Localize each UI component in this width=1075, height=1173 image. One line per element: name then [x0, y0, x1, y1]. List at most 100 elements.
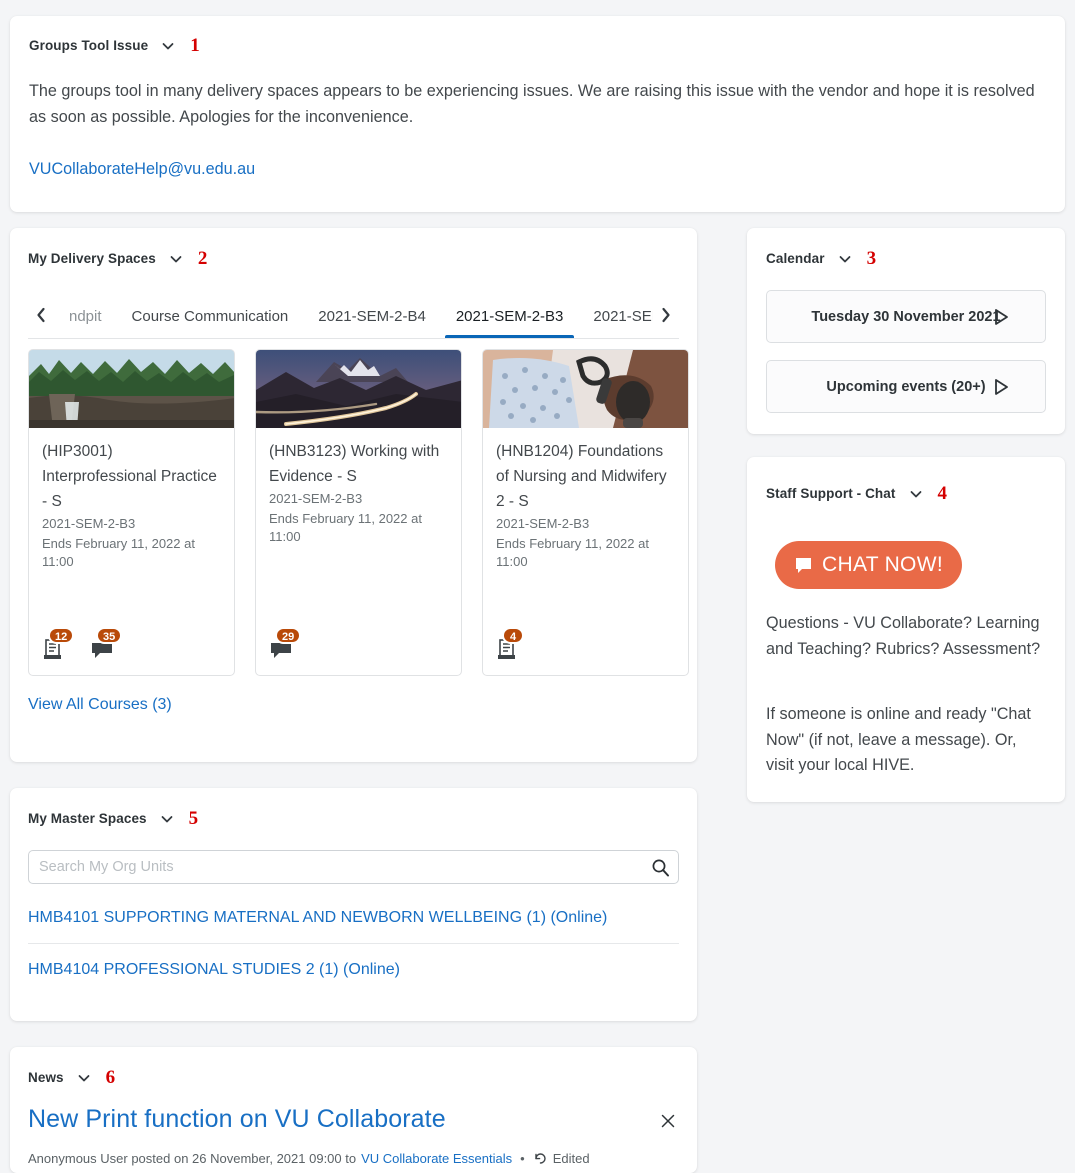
calendar-item-today[interactable]: Tuesday 30 November 2021 — [766, 290, 1046, 343]
course-card[interactable]: (HNB1204) Foundations of Nursing and Mid… — [482, 349, 689, 676]
annotation-number-4: 4 — [937, 483, 948, 504]
course-end-date: Ends February 11, 2022 at 11:00 — [42, 535, 195, 570]
news-headline-link[interactable]: New Print function on VU Collaborate — [28, 1105, 446, 1134]
search-icon — [651, 858, 670, 877]
tabstrip-divider — [28, 338, 679, 339]
view-all-courses-link[interactable]: View All Courses (3) — [28, 696, 172, 714]
play-triangle-icon — [993, 308, 1009, 326]
badge-discussion[interactable]: 35 — [90, 627, 123, 661]
org-unit-list: HMB4101 SUPPORTING MATERNAL AND NEWBORN … — [28, 892, 679, 996]
widget-title-master: My Master Spaces — [28, 811, 147, 826]
news-course-link[interactable]: VU Collaborate Essentials — [361, 1151, 512, 1166]
course-badges: 4 — [496, 627, 524, 661]
course-end-date: Ends February 11, 2022 at 11:00 — [269, 510, 422, 545]
annotation-number-5: 5 — [188, 808, 199, 829]
delivery-tab-list: ndpit Course Communication 2021-SEM-2-B4… — [54, 291, 653, 339]
annotation-number-6: 6 — [105, 1067, 116, 1088]
delivery-tabstrip: ndpit Course Communication 2021-SEM-2-B4… — [28, 291, 679, 339]
widget-calendar: Calendar 3 Tuesday 30 November 2021 Upco… — [747, 228, 1065, 434]
course-image-blood-pressure-cuff-photo — [483, 350, 688, 428]
chat-now-button-label: CHAT NOW! — [822, 553, 943, 576]
widget-header-chat: Staff Support - Chat 4 — [766, 484, 947, 503]
chevron-down-icon[interactable] — [909, 487, 923, 501]
badge-content[interactable]: 12 — [42, 627, 75, 661]
widget-header-calendar: Calendar 3 — [766, 249, 876, 268]
course-card[interactable]: (HIP3001) Interprofessional Practice - S… — [28, 349, 235, 676]
course-card-list: (HIP3001) Interprofessional Practice - S… — [28, 349, 689, 676]
widget-title-chat: Staff Support - Chat — [766, 486, 896, 501]
groups-issue-text: The groups tool in many delivery spaces … — [29, 82, 1035, 126]
news-metadata: Anonymous User posted on 26 November, 20… — [28, 1151, 590, 1166]
list-item[interactable]: HMB4101 SUPPORTING MATERNAL AND NEWBORN … — [28, 892, 679, 944]
widget-title-calendar: Calendar — [766, 251, 825, 266]
chevron-down-icon[interactable] — [838, 252, 852, 266]
play-triangle-icon — [993, 378, 1009, 396]
badge-content[interactable]: 4 — [496, 627, 524, 661]
chat-description-questions: Questions - VU Collaborate? Learning and… — [766, 614, 1041, 658]
course-title: (HNB1204) Foundations of Nursing and Mid… — [496, 443, 667, 510]
course-title: (HNB3123) Working with Evidence - S — [269, 443, 440, 485]
widget-groups-tool-issue: Groups Tool Issue 1 The groups tool in m… — [10, 16, 1065, 212]
widget-header-master: My Master Spaces 5 — [28, 809, 198, 828]
dashboard-page: Groups Tool Issue 1 The groups tool in m… — [0, 0, 1075, 1173]
delivery-tab-1[interactable]: Course Communication — [117, 293, 304, 339]
org-unit-link[interactable]: HMB4104 PROFESSIONAL STUDIES 2 (1) (Onli… — [28, 961, 400, 979]
widget-news: News 6 New Print function on VU Collabor… — [10, 1047, 697, 1173]
course-image-mountain-night-light-trails-photo — [256, 350, 461, 428]
widget-my-master-spaces: My Master Spaces 5 HMB4101 SUPPORTING MA… — [10, 788, 697, 1021]
delivery-tab-3[interactable]: 2021-SEM-2-B3 — [441, 293, 579, 339]
calendar-item-upcoming-events[interactable]: Upcoming events (20+) — [766, 360, 1046, 413]
delivery-tab-4[interactable]: 2021-SEM — [578, 293, 653, 339]
course-end-date: Ends February 11, 2022 at 11:00 — [496, 535, 649, 570]
news-meta-prefix: Anonymous User posted on 26 November, 20… — [28, 1151, 357, 1166]
chevron-right-icon[interactable] — [653, 300, 679, 330]
widget-header-groups: Groups Tool Issue 1 — [29, 36, 200, 55]
course-card-body: (HIP3001) Interprofessional Practice - S… — [29, 428, 234, 572]
delivery-tab-2[interactable]: 2021-SEM-2-B4 — [303, 293, 441, 339]
badge-count: 29 — [275, 627, 302, 644]
chat-description-availability: If someone is online and ready "Chat Now… — [766, 705, 1031, 774]
news-edited-label: Edited — [552, 1151, 590, 1166]
course-badges: 12 35 — [42, 627, 123, 661]
course-title: (HIP3001) Interprofessional Practice - S — [42, 443, 217, 510]
chat-now-button[interactable]: CHAT NOW! — [775, 541, 962, 589]
chevron-left-icon[interactable] — [28, 300, 54, 330]
widget-title-groups: Groups Tool Issue — [29, 38, 149, 53]
chevron-down-icon[interactable] — [161, 39, 175, 53]
annotation-number-3: 3 — [866, 248, 877, 269]
close-icon[interactable] — [658, 1111, 678, 1131]
search-button[interactable] — [642, 851, 678, 883]
calendar-item-label: Upcoming events (20+) — [826, 378, 986, 395]
widget-title-news: News — [28, 1070, 64, 1085]
annotation-number-2: 2 — [197, 248, 208, 269]
list-item[interactable]: HMB4104 PROFESSIONAL STUDIES 2 (1) (Onli… — [28, 944, 679, 996]
course-card-body: (HNB3123) Working with Evidence - S 2021… — [256, 428, 461, 547]
org-unit-link[interactable]: HMB4101 SUPPORTING MATERNAL AND NEWBORN … — [28, 909, 607, 927]
course-term: 2021-SEM-2-B3 — [269, 491, 363, 506]
widget-staff-support-chat: Staff Support - Chat 4 CHAT NOW! Questio… — [747, 457, 1065, 802]
revert-history-icon — [533, 1151, 548, 1166]
badge-count: 12 — [48, 627, 75, 644]
support-email-link[interactable]: VUCollaborateHelp@vu.edu.au — [29, 157, 255, 182]
widget-my-delivery-spaces: My Delivery Spaces 2 ndpit Course Commun… — [10, 228, 697, 762]
delivery-tab-0[interactable]: ndpit — [54, 293, 117, 339]
badge-count: 35 — [96, 627, 123, 644]
calendar-item-label: Tuesday 30 November 2021 — [811, 308, 1001, 325]
org-unit-search-bar — [28, 850, 679, 884]
course-badges: 29 — [269, 627, 302, 661]
annotation-number-1: 1 — [190, 35, 200, 56]
speech-bubble-icon — [794, 556, 813, 575]
course-card[interactable]: (HNB3123) Working with Evidence - S 2021… — [255, 349, 462, 676]
course-term: 2021-SEM-2-B3 — [496, 516, 590, 531]
news-meta-separator: • — [520, 1151, 525, 1166]
chevron-down-icon[interactable] — [77, 1071, 91, 1085]
course-image-waterfall-cliff-forest-photo — [29, 350, 234, 428]
widget-header-delivery: My Delivery Spaces 2 — [28, 249, 207, 268]
chevron-down-icon[interactable] — [160, 812, 174, 826]
badge-discussion[interactable]: 29 — [269, 627, 302, 661]
badge-count: 4 — [502, 627, 524, 644]
search-input[interactable] — [29, 859, 642, 875]
chevron-down-icon[interactable] — [169, 252, 183, 266]
course-card-body: (HNB1204) Foundations of Nursing and Mid… — [483, 428, 688, 572]
widget-title-delivery: My Delivery Spaces — [28, 251, 156, 266]
